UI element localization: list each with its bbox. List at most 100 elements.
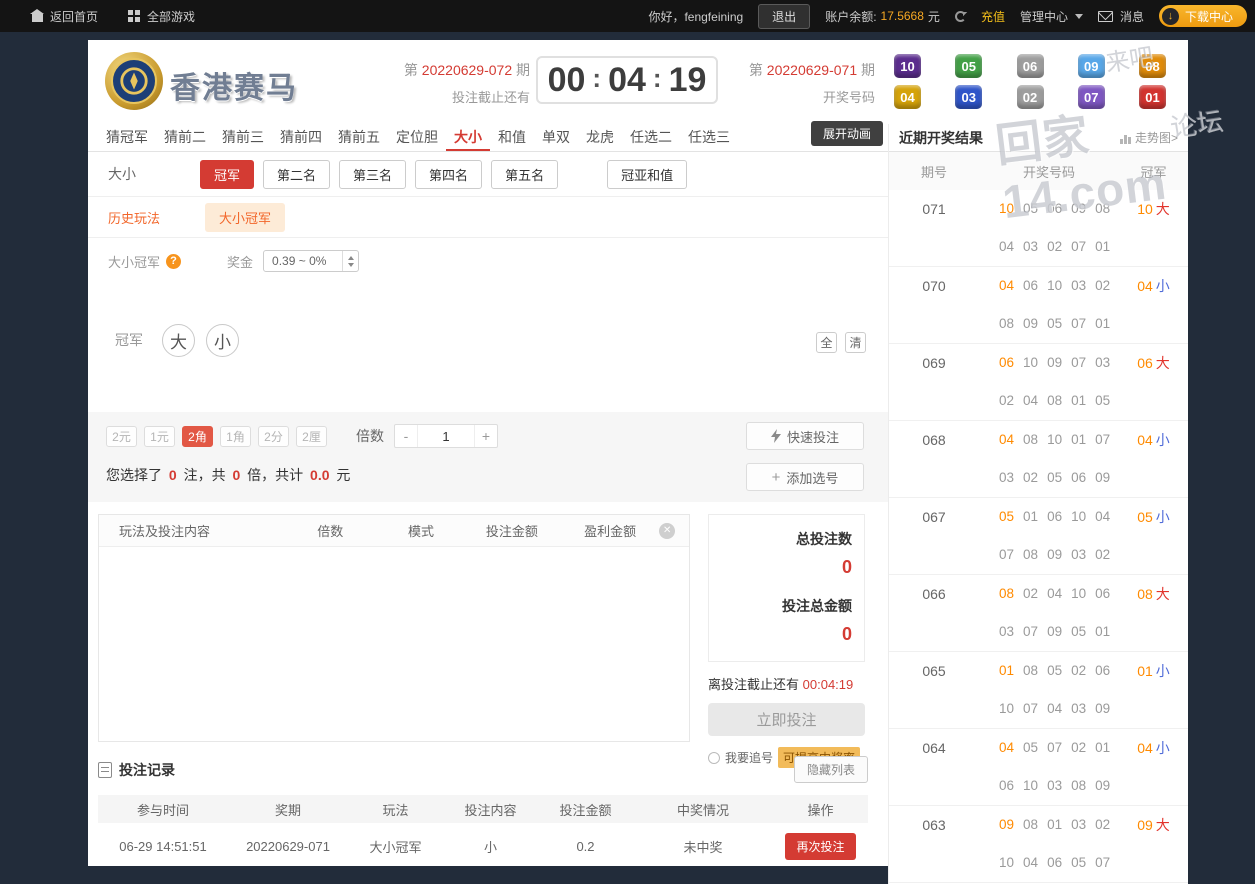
select-all-button[interactable]: 全 [816,332,837,353]
money-unit-button[interactable]: 2元 [106,425,137,447]
chart-icon [1119,135,1131,146]
nav-tab[interactable]: 大小 [446,124,490,151]
refresh-balance-icon[interactable] [954,10,966,22]
records-column-header: 奖期 [274,802,301,818]
nav-tab[interactable]: 任选二 [622,124,680,151]
issue-suffix: 期 [516,62,530,78]
chase-label: 我要追号 [725,751,774,765]
lightning-icon [770,429,781,443]
money-unit-button[interactable]: 2厘 [296,425,327,447]
quick-bet-button[interactable]: 快速投注 [746,422,864,450]
result-numbers: 10 05 06 09 08 04 03 02 07 01 [979,200,1119,256]
back-home-link[interactable]: 返回首页 [30,8,98,25]
rebet-button[interactable]: 再次投注 [785,832,856,860]
result-number: 04 [1095,509,1111,524]
download-icon: ↓ [1161,7,1179,25]
logout-button[interactable]: 退出 [758,3,811,29]
summary-text: 注，共 [183,467,226,483]
result-number: 09 [1095,470,1111,485]
result-row: 065 01 08 05 02 06 10 07 04 03 09 01 小 [889,652,1188,729]
summary-text: 倍，共计 [247,467,304,483]
plus-icon: + [771,468,781,486]
result-number: 06 [1095,586,1111,601]
bet-now-button[interactable]: 立即投注 [708,703,865,736]
help-icon[interactable]: ? [166,253,182,269]
money-unit-button[interactable]: 2角 [182,425,213,447]
position-tab[interactable]: 冠亚和值 [607,159,688,189]
nav-tab[interactable]: 猜前五 [330,124,388,151]
page-title: 香港赛马 [170,72,298,105]
summary-text: 元 [336,467,351,483]
result-number: 07 [1095,855,1111,870]
sidebar-header: 近期开奖结果 走势图> [889,124,1188,152]
nav-tab[interactable]: 定位胆 [388,124,446,151]
money-unit-button[interactable]: 1角 [220,425,251,447]
history-play-tag[interactable]: 大小冠军 [205,202,286,232]
position-tab[interactable]: 第五名 [491,159,559,189]
result-balls-row1: 10 05 06 09 08 [894,54,1166,78]
bonus-select[interactable]: 0.39 ~ 0% [263,250,360,272]
position-tab[interactable]: 第二名 [263,159,331,189]
nav-tab[interactable]: 和值 [490,124,534,151]
result-number: 02 [1047,239,1063,254]
add-selection-button[interactable]: + 添加选号 [746,463,864,491]
nav-tab[interactable]: 任选三 [680,124,738,151]
row-label-champion: 冠军 [115,332,143,348]
bet-deadline-time: 00:04:19 [802,677,854,692]
chase-radio[interactable] [708,751,720,764]
position-tab[interactable]: 冠军 [200,159,255,189]
result-number: 05 [1047,470,1063,485]
champion-number: 04 [1137,278,1153,294]
records-column-header: 投注金额 [559,802,612,818]
current-issue-line: 第 20220629-072 期 [328,60,530,80]
trend-chart-link[interactable]: 走势图> [1119,129,1178,146]
nav-tab[interactable]: 猜前四 [272,124,330,151]
download-center-button[interactable]: ↓ 下载中心 [1158,5,1247,27]
result-numbers: 01 08 05 02 06 10 07 04 03 09 [979,662,1119,718]
position-tab[interactable]: 第四名 [415,159,483,189]
result-number: 10 [1047,278,1063,293]
topbar-left: 返回首页 全部游戏 [0,8,195,25]
result-number: 06 [1047,201,1063,216]
result-numbers-line2: 08 09 05 07 01 [979,315,1119,333]
nav-tab[interactable]: 猜冠军 [98,124,156,151]
column-champion: 冠军 [1140,164,1167,180]
hide-list-button[interactable]: 隐藏列表 [793,756,868,783]
multiplier-plus-button[interactable]: + [475,425,497,447]
result-numbers: 05 01 06 10 04 07 08 09 03 02 [979,508,1119,564]
result-number: 06 [999,778,1015,793]
nav-tab[interactable]: 猜前三 [214,124,272,151]
total-amount-value: 0 [841,624,852,644]
clear-bet-list-icon[interactable]: ✕ [659,522,675,539]
issue-prefix: 第 [403,62,418,78]
option-big[interactable]: 大 [162,324,195,357]
multiplier-minus-button[interactable]: - [395,425,417,447]
results-table-header: 期号 开奖号码 冠军 [889,152,1188,190]
nav-tab[interactable]: 龙虎 [578,124,622,151]
result-number: 02 [1071,663,1087,678]
money-unit-button[interactable]: 1元 [144,425,175,447]
position-tab[interactable]: 第三名 [339,159,407,189]
logo-emblem [111,58,157,104]
all-games-link[interactable]: 全部游戏 [128,8,195,25]
champion-number: 05 [1137,509,1153,525]
champion-size: 大 [1155,586,1170,602]
clear-selection-button[interactable]: 清 [845,332,866,353]
result-numbers-line1: 04 06 10 03 02 [979,277,1119,295]
admin-center-menu[interactable]: 管理中心 [1020,8,1083,25]
option-small[interactable]: 小 [206,324,239,357]
multiplier-input[interactable] [417,425,475,447]
result-number: 01 [1023,509,1039,524]
expand-animation-button[interactable]: 展开动画 [810,121,883,146]
result-number: 02 [1095,278,1111,293]
nav-tab[interactable]: 单双 [534,124,578,151]
bet-list-body-empty [99,547,689,735]
spinner-arrows-icon[interactable] [342,251,358,271]
bet-deadline-line: 离投注截止还有 00:04:19 [708,674,865,693]
nav-tab[interactable]: 猜前二 [156,124,214,151]
recharge-link[interactable]: 充值 [981,8,1005,25]
last-issue-block: 第 20220629-071 期 开奖号码 [745,60,875,106]
messages-link[interactable]: 消息 [1097,8,1144,25]
money-unit-button[interactable]: 2分 [258,425,289,447]
result-number: 06 [999,355,1015,370]
